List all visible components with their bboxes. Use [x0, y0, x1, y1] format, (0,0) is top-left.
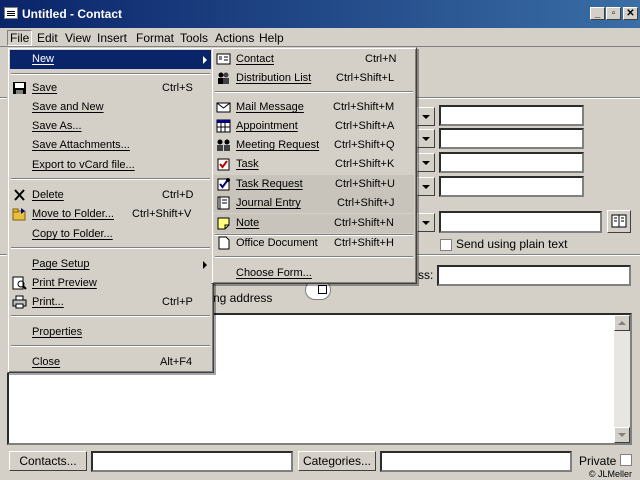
text-field[interactable] [439, 152, 584, 173]
scroll-up-button[interactable] [614, 315, 630, 331]
menu-view[interactable]: View [62, 30, 94, 46]
dropdown-button[interactable] [417, 153, 435, 172]
journal-book-icon [216, 196, 231, 210]
email-field[interactable] [439, 211, 602, 233]
private-checkbox[interactable] [620, 454, 632, 466]
menu-item-move-to-folder[interactable]: Move to Folder... Ctrl+Shift+V [10, 205, 211, 224]
menu-separator [11, 73, 210, 75]
menu-item-new-note[interactable]: Note Ctrl+Shift+N [214, 214, 414, 233]
menu-item-new-mail-message[interactable]: Mail Message Ctrl+Shift+M [214, 98, 414, 117]
restore-button[interactable]: ▫ [606, 7, 621, 20]
dropdown-button[interactable] [417, 107, 435, 126]
webpage-field[interactable] [437, 265, 631, 286]
menu-separator [215, 256, 413, 258]
delete-x-icon [12, 188, 27, 202]
menu-item-save-as[interactable]: Save As... [10, 117, 211, 136]
text-field[interactable] [439, 105, 584, 126]
menu-help[interactable]: Help [256, 30, 287, 46]
contact-card-icon [4, 7, 18, 19]
categories-button[interactable]: Categories... [298, 451, 376, 471]
calendar-icon [216, 119, 231, 133]
menu-item-new-contact[interactable]: Contact Ctrl+N [214, 50, 414, 69]
menu-item-save[interactable]: Save Ctrl+S [10, 79, 211, 98]
floppy-disk-icon [12, 81, 27, 95]
scroll-down-button[interactable] [614, 427, 630, 443]
text-field[interactable] [439, 128, 584, 149]
menu-item-new-office-document[interactable]: Office Document Ctrl+Shift+H [214, 234, 414, 253]
menu-item-print[interactable]: Print... Ctrl+P [10, 293, 211, 312]
menu-item-new[interactable]: New [10, 50, 211, 69]
close-window-button[interactable]: ✕ [623, 7, 638, 20]
new-submenu: Contact Ctrl+N Distribution List Ctrl+Sh… [211, 47, 417, 284]
menu-separator [11, 345, 210, 347]
menu-file[interactable]: File [7, 30, 33, 46]
menu-item-export-vcard[interactable]: Export to vCard file... [10, 156, 211, 175]
task-request-icon [216, 177, 231, 191]
categories-field[interactable] [380, 451, 572, 472]
menu-format[interactable]: Format [133, 30, 177, 46]
contacts-button[interactable]: Contacts... [9, 451, 87, 471]
note-icon [216, 216, 231, 230]
address-book-icon [611, 214, 627, 228]
envelope-icon [216, 100, 231, 114]
print-preview-icon [12, 276, 27, 290]
move-folder-icon [12, 207, 27, 221]
plain-text-checkbox[interactable] [440, 239, 452, 251]
submenu-arrow-icon [203, 56, 207, 64]
meeting-request-icon [216, 138, 231, 152]
text-field[interactable] [439, 176, 584, 197]
email-dropdown-button[interactable] [417, 213, 435, 232]
menu-item-save-and-new[interactable]: Save and New [10, 98, 211, 117]
menu-actions[interactable]: Actions [212, 30, 257, 46]
menu-item-save-attachments[interactable]: Save Attachments... [10, 136, 211, 155]
task-checkbox-icon [216, 157, 231, 171]
menu-item-page-setup[interactable]: Page Setup [10, 255, 211, 274]
menu-item-delete[interactable]: Delete Ctrl+D [10, 186, 211, 205]
title-bar: Untitled - Contact _ ▫ ✕ [0, 0, 640, 28]
menu-item-new-distribution-list[interactable]: Distribution List Ctrl+Shift+L [214, 69, 414, 88]
menu-item-new-task-request[interactable]: Task Request Ctrl+Shift+U [214, 175, 414, 194]
menu-item-new-meeting-request[interactable]: Meeting Request Ctrl+Shift+Q [214, 136, 414, 155]
submenu-arrow-icon [203, 261, 207, 269]
menu-item-properties[interactable]: Properties [10, 323, 211, 342]
menu-item-choose-form[interactable]: Choose Form... [214, 264, 414, 283]
menu-insert[interactable]: Insert [94, 30, 130, 46]
minimize-button[interactable]: _ [590, 7, 605, 20]
menu-bar: File Edit View Insert Format Tools Actio… [0, 28, 640, 47]
plain-text-label: Send using plain text [456, 237, 568, 251]
menu-item-new-appointment[interactable]: Appointment Ctrl+Shift+A [214, 117, 414, 136]
distribution-list-icon [216, 71, 231, 85]
printer-icon [12, 295, 27, 309]
document-icon [216, 236, 231, 250]
menu-edit[interactable]: Edit [34, 30, 61, 46]
notes-scrollbar[interactable] [614, 315, 630, 443]
menu-item-new-journal-entry[interactable]: Journal Entry Ctrl+Shift+J [214, 194, 414, 213]
address-book-button[interactable] [607, 210, 631, 233]
menu-separator [11, 247, 210, 249]
copyright-watermark: © JLMeller [588, 469, 632, 479]
menu-item-close[interactable]: Close Alt+F4 [10, 353, 211, 372]
menu-tools[interactable]: Tools [177, 30, 211, 46]
menu-item-print-preview[interactable]: Print Preview [10, 274, 211, 293]
window-title: Untitled - Contact [22, 7, 122, 21]
contacts-field[interactable] [91, 451, 293, 472]
file-menu: New Save Ctrl+S Save and New Save As... … [7, 47, 214, 373]
dropdown-button[interactable] [417, 129, 435, 148]
menu-item-copy-to-folder[interactable]: Copy to Folder... [10, 225, 211, 244]
private-label: Private [579, 454, 617, 468]
menu-separator [215, 91, 413, 93]
menu-separator [11, 178, 210, 180]
contact-card-icon [216, 52, 231, 66]
menu-separator [11, 315, 210, 317]
mailing-address-label: ng address [213, 291, 273, 305]
menu-item-new-task[interactable]: Task Ctrl+Shift+K [214, 155, 414, 174]
dropdown-button[interactable] [417, 177, 435, 196]
address-card-icon [318, 285, 327, 294]
address-label-fragment: ss: [418, 268, 434, 282]
